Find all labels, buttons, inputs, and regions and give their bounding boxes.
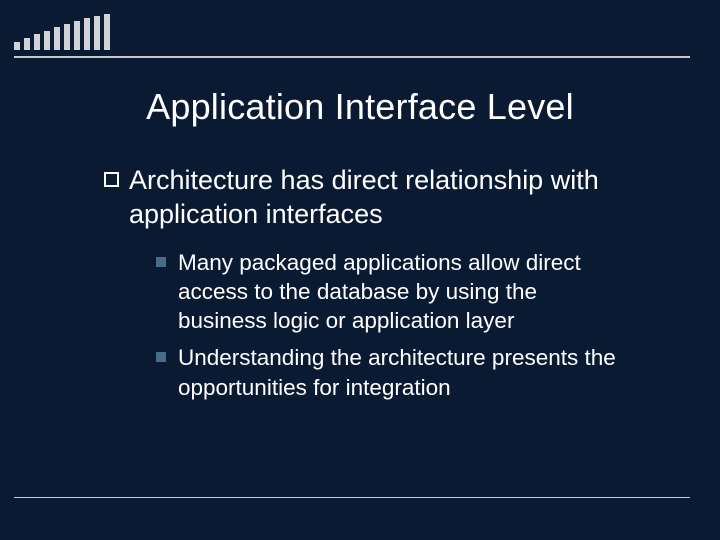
divider-bottom (14, 497, 690, 498)
slide-title: Application Interface Level (0, 86, 720, 128)
level2-text: Many packaged applications allow direct … (178, 248, 618, 336)
divider-top (14, 56, 690, 58)
level2-text: Understanding the architecture presents … (178, 343, 618, 402)
filled-square-bullet-icon (156, 352, 166, 362)
list-item-level2: Understanding the architecture presents … (156, 343, 656, 402)
filled-square-bullet-icon (156, 257, 166, 267)
slide-body: Architecture has direct relationship wit… (104, 164, 656, 410)
hollow-square-bullet-icon (104, 172, 119, 187)
slide: Application Interface Level Architecture… (0, 0, 720, 540)
level1-text: Architecture has direct relationship wit… (129, 164, 656, 232)
level2-list: Many packaged applications allow direct … (156, 248, 656, 402)
list-item-level2: Many packaged applications allow direct … (156, 248, 656, 336)
decorative-bars (14, 14, 110, 50)
list-item-level1: Architecture has direct relationship wit… (104, 164, 656, 232)
